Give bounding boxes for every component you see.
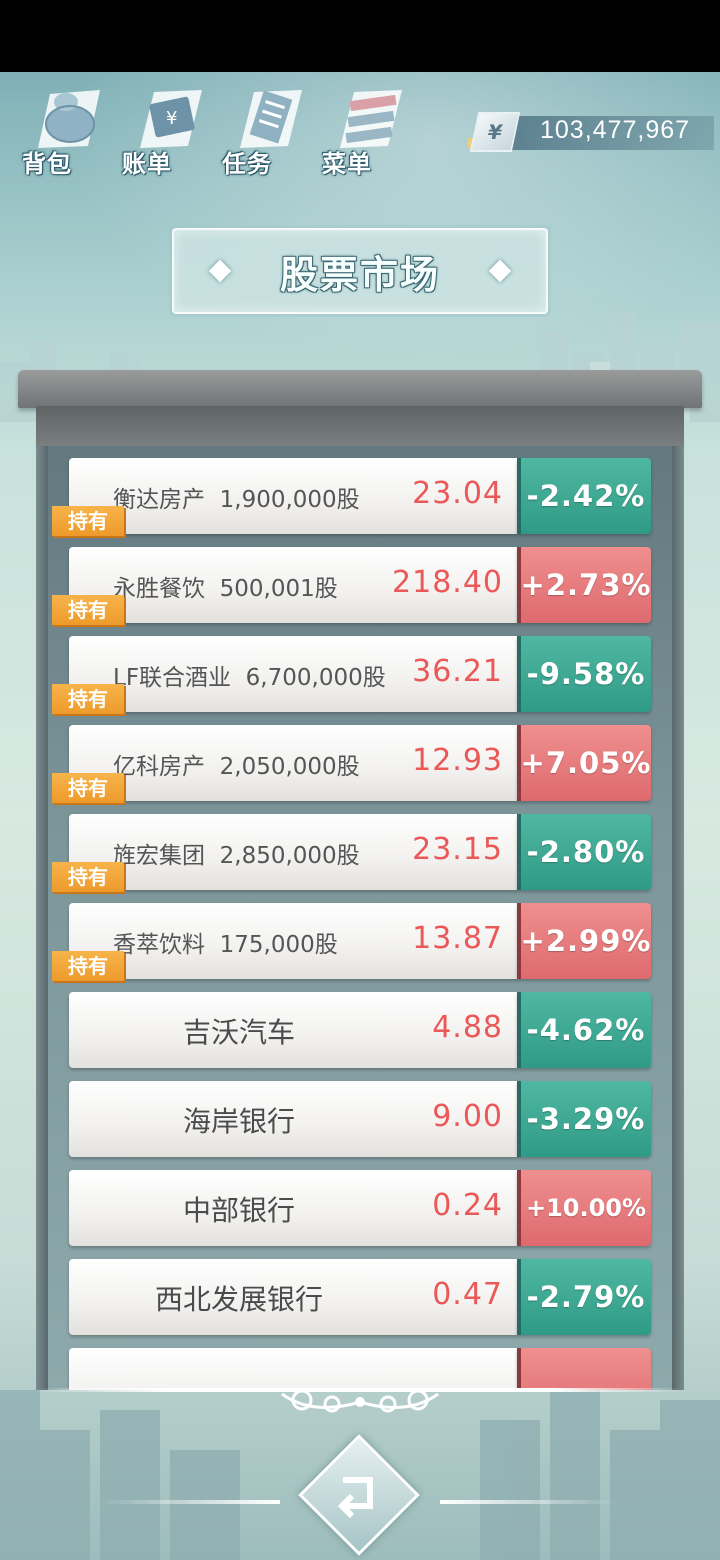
bill-label: 账单 [122,150,172,178]
left-ornament-line [100,1500,280,1504]
stock-row[interactable]: LF联合酒业 6,700,000股 36.21 -9.58% 持有 [52,636,651,714]
stock-row[interactable]: 亿科房产 2,050,000股 12.93 +7.05% 持有 [52,725,651,803]
stock-change: -9.58% [517,636,651,712]
stock-row[interactable]: 中部银行 0.24 +10.00% [69,1170,651,1246]
stock-price: 0.24 [432,1188,503,1223]
board-top-frame [18,370,702,408]
stock-change-partial [517,1348,651,1390]
stock-info-panel: 永胜餐饮 500,001股 218.40 [69,547,517,623]
task-icon [240,90,302,148]
stock-change: +2.73% [517,547,651,623]
held-badge: 持有 [52,506,124,536]
stock-price: 9.00 [432,1099,503,1134]
stock-row[interactable]: 香萃饮料 175,000股 13.87 +2.99% 持有 [52,903,651,981]
held-badge: 持有 [52,684,124,714]
stock-price: 36.21 [412,654,503,689]
menu-label: 菜单 [322,150,372,178]
stock-price: 218.40 [392,565,503,600]
stock-info-panel: 香萃饮料 175,000股 13.87 [69,903,517,979]
stock-price: 23.04 [412,476,503,511]
stock-name-shares: 永胜餐饮 500,001股 [113,576,338,602]
menu-icon [340,90,402,148]
stock-row[interactable]: 旌宏集团 2,850,000股 23.15 -2.80% 持有 [52,814,651,892]
stock-name: 中部银行 [182,1194,295,1227]
stock-info-panel: 海岸银行 9.00 [69,1081,517,1157]
backpack-icon [38,90,100,148]
stock-row[interactable]: 吉沃汽车 4.88 -4.62% [69,992,651,1068]
bill-icon: ¥ [140,90,202,148]
stock-name-shares: 亿科房产 2,050,000股 [113,754,360,780]
stock-row[interactable]: 衡达房产 1,900,000股 23.04 -2.42% 持有 [52,458,651,536]
task-button[interactable]: 任务 [218,82,314,182]
stock-row[interactable]: 海岸银行 9.00 -3.29% [69,1081,651,1157]
stock-name-shares: 旌宏集团 2,850,000股 [113,843,360,869]
stock-change: -2.79% [517,1259,651,1335]
stock-price: 4.88 [432,1010,503,1045]
market-title-banner: 股票市场 [172,228,548,314]
money-amount: 103,477,967 [540,116,691,144]
stock-info-panel: 旌宏集团 2,850,000股 23.15 [69,814,517,890]
stock-change: +2.99% [517,903,651,979]
stock-change: -4.62% [517,992,651,1068]
backpack-label: 背包 [22,150,72,178]
stock-row[interactable]: 永胜餐饮 500,001股 218.40 +2.73% 持有 [52,547,651,625]
stock-name: 海岸银行 [182,1105,295,1138]
backpack-button[interactable]: 背包 [18,82,114,182]
stock-change: +7.05% [517,725,651,801]
stock-name: 吉沃汽车 [182,1016,295,1049]
top-toolbar: 背包 ¥ 账单 任务 菜单 [18,82,438,182]
stock-price: 12.93 [412,743,503,778]
stock-name: 西北发展银行 [154,1283,323,1316]
held-badge: 持有 [52,951,124,981]
held-badge: 持有 [52,595,124,625]
money-display: ¥ 103,477,967 [468,112,714,154]
stock-price: 23.15 [412,832,503,867]
yen-icon: ¥ [469,112,521,152]
stock-info-panel: 衡达房产 1,900,000股 23.04 [69,458,517,534]
board-header-band [36,406,684,448]
held-badge: 持有 [52,862,124,892]
stock-change: -2.80% [517,814,651,890]
stock-price: 0.47 [432,1277,503,1312]
svg-text:¥: ¥ [166,108,177,129]
stock-name-shares: 香萃饮料 175,000股 [113,932,338,958]
stock-change: -3.29% [517,1081,651,1157]
stock-change: -2.42% [517,458,651,534]
stock-price: 13.87 [412,921,503,956]
menu-button[interactable]: 菜单 [318,82,414,182]
scroll-ornament-icon [281,1389,439,1413]
stock-info-panel: 西北发展银行 0.47 [69,1259,517,1335]
stock-change: +10.00% [517,1170,651,1246]
task-label: 任务 [222,150,272,178]
stock-info-panel: LF联合酒业 6,700,000股 36.21 [69,636,517,712]
stock-row[interactable]: 西北发展银行 0.47 -2.79% [69,1259,651,1335]
bill-button[interactable]: ¥ 账单 [118,82,214,182]
stock-name-shares: LF联合酒业 6,700,000股 [113,665,386,691]
stock-info-panel: 中部银行 0.24 [69,1170,517,1246]
stock-info-panel: 亿科房产 2,050,000股 12.93 [69,725,517,801]
back-arrow-icon [337,1477,373,1519]
right-ornament-line [440,1500,620,1504]
held-badge: 持有 [52,773,124,803]
status-bar [0,0,720,72]
stock-name-shares: 衡达房产 1,900,000股 [113,487,360,513]
stock-info-panel: 吉沃汽车 4.88 [69,992,517,1068]
stock-list-board: 衡达房产 1,900,000股 23.04 -2.42% 持有 永胜餐饮 500… [36,446,684,1390]
